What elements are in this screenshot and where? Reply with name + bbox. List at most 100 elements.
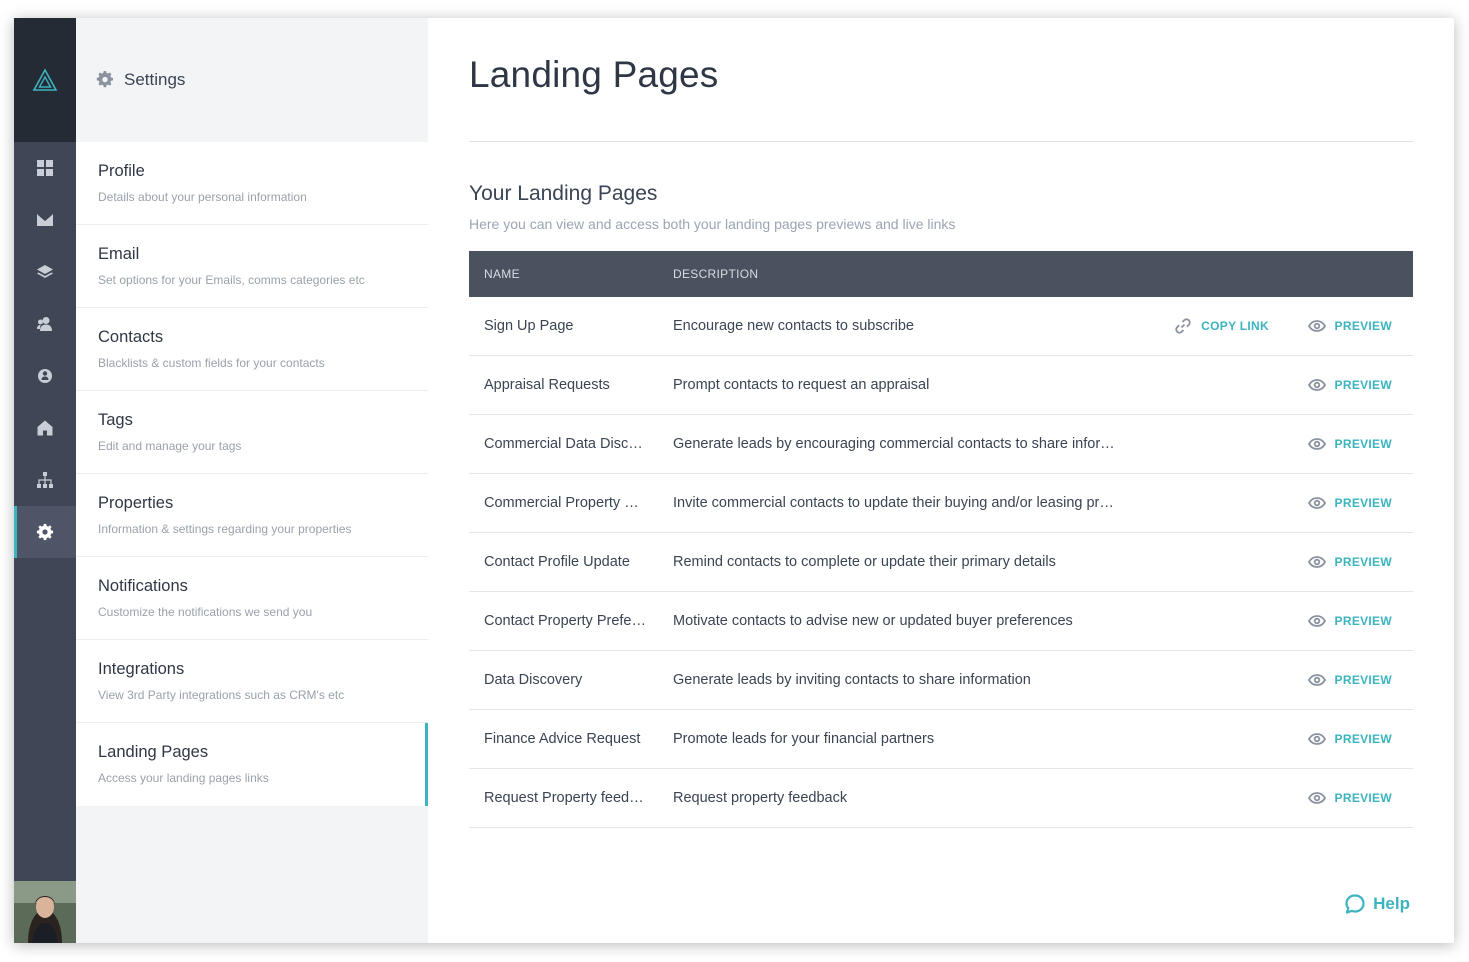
rail-layers[interactable]: [14, 246, 76, 298]
sidebar-item-desc: Edit and manage your tags: [98, 439, 242, 453]
table-body: Sign Up Page Encourage new contacts to su…: [469, 297, 1413, 828]
groups-icon: [38, 369, 52, 383]
rail-groups[interactable]: [14, 350, 76, 402]
sidebar-item-title: Email: [98, 245, 140, 263]
row-description: Prompt contacts to request an appraisal: [673, 377, 930, 393]
row-name: Sign Up Page: [484, 318, 574, 334]
logo-icon[interactable]: [14, 18, 76, 142]
preview-button[interactable]: PREVIEW: [1307, 671, 1392, 689]
sidebar-item-properties[interactable]: Properties Information & settings regard…: [76, 474, 428, 557]
preview-label: PREVIEW: [1334, 673, 1392, 687]
row-description: Motivate contacts to advise new or updat…: [673, 613, 1073, 629]
mail-icon: [37, 214, 53, 226]
row-description: Generate leads by encouraging commercial…: [673, 436, 1115, 452]
row-description: Encourage new contacts to subscribe: [673, 318, 914, 334]
row-name: Data Discovery: [484, 672, 583, 688]
sidebar-item-desc: Details about your personal information: [98, 190, 307, 204]
eye-icon: [1307, 556, 1326, 568]
preview-label: PREVIEW: [1334, 614, 1392, 628]
contacts-icon: [37, 317, 52, 331]
preview-label: PREVIEW: [1334, 732, 1392, 746]
row-name: Commercial Data Disc…: [484, 436, 643, 452]
rail-mail[interactable]: [14, 194, 76, 246]
row-name: Commercial Property …: [484, 495, 639, 511]
dashboard-icon: [37, 160, 53, 176]
sidebar-item-profile[interactable]: Profile Details about your personal info…: [76, 142, 428, 225]
layers-icon: [37, 265, 53, 278]
sidebar-item-desc: Access your landing pages links: [98, 771, 269, 785]
row-description: Request property feedback: [673, 790, 848, 806]
eye-icon: [1307, 792, 1326, 804]
help-label: Help: [1373, 894, 1410, 913]
sidebar-item-title: Contacts: [98, 328, 164, 346]
sidebar-item-email[interactable]: Email Set options for your Emails, comms…: [76, 225, 428, 308]
preview-button[interactable]: PREVIEW: [1307, 553, 1392, 571]
sidebar-item-title: Landing Pages: [98, 743, 209, 761]
preview-label: PREVIEW: [1334, 437, 1392, 451]
table-row: Request Property feed… Request property f…: [469, 769, 1413, 828]
rail-dashboard[interactable]: [14, 142, 76, 194]
divider: [469, 141, 1413, 142]
eye-icon: [1307, 674, 1326, 686]
preview-button[interactable]: PREVIEW: [1307, 494, 1392, 512]
eye-icon: [1307, 615, 1326, 627]
row-name: Request Property feed…: [484, 790, 644, 806]
preview-button[interactable]: PREVIEW: [1307, 789, 1392, 807]
rail-settings[interactable]: [14, 506, 76, 558]
sidebar-item-tags[interactable]: Tags Edit and manage your tags: [76, 391, 428, 474]
sidebar-item-desc: Customize the notifications we send you: [98, 605, 313, 619]
row-name: Appraisal Requests: [484, 377, 610, 393]
preview-button[interactable]: PREVIEW: [1307, 317, 1392, 335]
preview-button[interactable]: PREVIEW: [1307, 435, 1392, 453]
table-row: Contact Property Prefe… Motivate contacts…: [469, 592, 1413, 651]
row-description: Promote leads for your financial partner…: [673, 731, 935, 747]
copy-link-label: COPY LINK: [1201, 319, 1269, 333]
hierarchy-icon: [37, 472, 53, 488]
help-button[interactable]: Help: [1344, 893, 1410, 915]
settings-sidebar: Settings Profile Details about your pers…: [76, 18, 428, 943]
preview-button[interactable]: PREVIEW: [1307, 612, 1392, 630]
eye-icon: [1307, 379, 1326, 391]
sidebar-item-title: Properties: [98, 494, 174, 512]
sidebar-item-integrations[interactable]: Integrations View 3rd Party integrations…: [76, 640, 428, 723]
preview-label: PREVIEW: [1334, 555, 1392, 569]
rail-hierarchy[interactable]: [14, 454, 76, 506]
sidebar-item-notifications[interactable]: Notifications Customize the notification…: [76, 557, 428, 640]
preview-button[interactable]: PREVIEW: [1307, 730, 1392, 748]
page-title: Landing Pages: [469, 54, 719, 95]
sidebar-item-landing-pages[interactable]: Landing Pages Access your landing pages …: [76, 723, 428, 806]
eye-icon: [1307, 733, 1326, 745]
settings-title: Settings: [124, 70, 186, 89]
preview-label: PREVIEW: [1334, 378, 1392, 392]
sidebar-item-desc: View 3rd Party integrations such as CRM'…: [98, 688, 345, 702]
table-row: Commercial Property … Invite commercial c…: [469, 474, 1413, 533]
sidebar-item-title: Profile: [98, 162, 145, 180]
eye-icon: [1307, 320, 1326, 332]
row-description: Invite commercial contacts to update the…: [673, 495, 1114, 511]
chat-bubble-icon: [1345, 894, 1365, 914]
sidebar-item-title: Tags: [98, 411, 133, 429]
row-name: Contact Property Prefe…: [484, 613, 646, 629]
column-header-description: DESCRIPTION: [673, 267, 759, 281]
settings-header: Settings: [76, 18, 428, 142]
sidebar-item-desc: Set options for your Emails, comms categ…: [98, 273, 365, 287]
row-name: Finance Advice Request: [484, 731, 641, 747]
copy-link-button[interactable]: COPY LINK: [1174, 317, 1269, 335]
rail-contacts[interactable]: [14, 298, 76, 350]
table-row: Sign Up Page Encourage new contacts to su…: [469, 297, 1413, 356]
row-description: Remind contacts to complete or update th…: [673, 554, 1056, 570]
gear-icon: [96, 71, 114, 88]
preview-label: PREVIEW: [1334, 791, 1392, 805]
sidebar-item-desc: Information & settings regarding your pr…: [98, 522, 352, 536]
eye-icon: [1307, 497, 1326, 509]
table-row: Appraisal Requests Prompt contacts to req…: [469, 356, 1413, 415]
preview-button[interactable]: PREVIEW: [1307, 376, 1392, 394]
rail-home[interactable]: [14, 402, 76, 454]
icon-rail: [14, 18, 76, 943]
landing-pages-table: NAME DESCRIPTION Sign Up Page Encourage n…: [469, 251, 1413, 828]
sidebar-item-contacts[interactable]: Contacts Blacklists & custom fields for …: [76, 308, 428, 391]
table-row: Finance Advice Request Promote leads for …: [469, 710, 1413, 769]
gear-icon: [36, 523, 54, 541]
column-header-name: NAME: [484, 267, 520, 281]
avatar[interactable]: [14, 881, 76, 943]
